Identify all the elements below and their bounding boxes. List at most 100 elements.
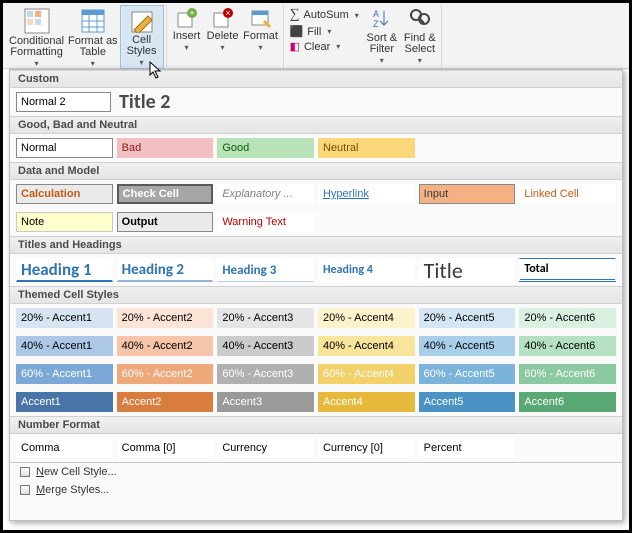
style-linked-cell[interactable]: Linked Cell bbox=[519, 184, 616, 204]
style-normal-2[interactable]: Normal 2 bbox=[16, 92, 111, 112]
style-check-cell[interactable]: Check Cell bbox=[117, 184, 214, 204]
merge-styles-label: Merge Styles... bbox=[36, 484, 109, 496]
style-accent4-40[interactable]: 40% - Accent4 bbox=[318, 336, 415, 356]
style-accent3-20[interactable]: 20% - Accent3 bbox=[217, 308, 314, 328]
style-accent5-20[interactable]: 20% - Accent5 bbox=[419, 308, 516, 328]
style-percent[interactable]: Percent bbox=[419, 438, 516, 458]
sort-filter-icon: AZ bbox=[370, 7, 394, 31]
style-accent2[interactable]: Accent2 bbox=[117, 392, 214, 412]
section-good-bad-neutral: Good, Bad and Neutral bbox=[10, 116, 622, 134]
chevron-down-icon: ▾ bbox=[221, 42, 225, 53]
style-bad[interactable]: Bad bbox=[117, 138, 214, 158]
style-accent5-40[interactable]: 40% - Accent5 bbox=[419, 336, 516, 356]
delete-label: Delete bbox=[207, 31, 239, 42]
autosum-label: AutoSum bbox=[304, 9, 349, 21]
chevron-down-icon: ▾ bbox=[140, 57, 144, 68]
style-accent1[interactable]: Accent1 bbox=[16, 392, 113, 412]
chevron-down-icon: ▾ bbox=[355, 11, 359, 20]
style-title-2[interactable]: Title 2 bbox=[115, 92, 210, 112]
new-cell-style-label: New Cell Style... bbox=[36, 466, 117, 478]
chevron-down-icon: ▾ bbox=[336, 42, 340, 51]
chevron-down-icon: ▾ bbox=[327, 27, 331, 36]
style-accent2-20[interactable]: 20% - Accent2 bbox=[117, 308, 214, 328]
style-accent6-60[interactable]: 60% - Accent6 bbox=[519, 364, 616, 384]
style-neutral[interactable]: Neutral bbox=[318, 138, 415, 158]
style-accent3-60[interactable]: 60% - Accent3 bbox=[217, 364, 314, 384]
fill-icon: ⬛ bbox=[290, 25, 304, 38]
delete-icon: × bbox=[212, 7, 234, 29]
chevron-down-icon: ▾ bbox=[380, 55, 384, 66]
conditional-formatting-icon bbox=[23, 7, 51, 34]
new-cell-style-button[interactable]: New Cell Style... bbox=[10, 463, 622, 481]
cell-styles-gallery: Custom Normal 2 Title 2 Good, Bad and Ne… bbox=[9, 69, 623, 521]
chevron-down-icon: ▾ bbox=[418, 55, 422, 66]
format-as-table-button[interactable]: Format as Table▾ bbox=[66, 5, 120, 69]
style-output[interactable]: Output bbox=[117, 212, 214, 232]
style-accent1-20[interactable]: 20% - Accent1 bbox=[16, 308, 113, 328]
section-number-format: Number Format bbox=[10, 416, 622, 434]
style-heading-3[interactable]: Heading 3 bbox=[217, 258, 314, 282]
style-accent5[interactable]: Accent5 bbox=[419, 392, 516, 412]
autosum-button[interactable]: ∑AutoSum▾ bbox=[290, 7, 359, 23]
find-select-icon bbox=[408, 7, 432, 31]
insert-button[interactable]: + Insert▾ bbox=[169, 5, 205, 69]
chevron-down-icon: ▾ bbox=[91, 58, 95, 69]
style-currency-0[interactable]: Currency [0] bbox=[318, 438, 415, 458]
merge-styles-button[interactable]: Merge Styles... bbox=[10, 481, 622, 499]
style-input[interactable]: Input bbox=[419, 184, 516, 204]
cell-styles-button[interactable]: Cell Styles▾ bbox=[120, 5, 164, 69]
style-heading-4[interactable]: Heading 4 bbox=[318, 258, 415, 282]
new-cell-style-icon bbox=[20, 467, 30, 477]
style-hyperlink[interactable]: Hyperlink bbox=[318, 184, 415, 204]
editing-column: ∑AutoSum▾ ⬛Fill▾ ◧Clear▾ bbox=[286, 5, 363, 69]
style-accent1-40[interactable]: 40% - Accent1 bbox=[16, 336, 113, 356]
style-accent3-40[interactable]: 40% - Accent3 bbox=[217, 336, 314, 356]
style-accent2-40[interactable]: 40% - Accent2 bbox=[117, 336, 214, 356]
svg-text:×: × bbox=[225, 8, 230, 18]
cell-styles-icon bbox=[128, 8, 156, 33]
fill-button[interactable]: ⬛Fill ▾ bbox=[290, 25, 359, 38]
style-title[interactable]: Title bbox=[419, 258, 516, 282]
sort-filter-button[interactable]: AZ Sort & Filter▾ bbox=[363, 5, 401, 69]
styles-group: Conditional Formatting▾ Format as Table▾… bbox=[7, 5, 167, 69]
section-titles-headings: Titles and Headings bbox=[10, 236, 622, 254]
style-currency[interactable]: Currency bbox=[217, 438, 314, 458]
cells-group: + Insert▾ × Delete▾ Format▾ bbox=[169, 5, 284, 69]
style-accent6-40[interactable]: 40% - Accent6 bbox=[519, 336, 616, 356]
style-comma-0[interactable]: Comma [0] bbox=[117, 438, 214, 458]
style-accent5-60[interactable]: 60% - Accent5 bbox=[419, 364, 516, 384]
style-accent4-20[interactable]: 20% - Accent4 bbox=[318, 308, 415, 328]
editing-group: ∑AutoSum▾ ⬛Fill▾ ◧Clear▾ AZ Sort & Filte… bbox=[286, 5, 442, 69]
style-heading-1[interactable]: Heading 1 bbox=[16, 258, 113, 282]
style-warning-text[interactable]: Warning Text bbox=[217, 212, 314, 232]
style-accent6[interactable]: Accent6 bbox=[519, 392, 616, 412]
style-normal[interactable]: Normal bbox=[16, 138, 113, 158]
format-button[interactable]: Format▾ bbox=[241, 5, 281, 69]
style-comma[interactable]: Comma bbox=[16, 438, 113, 458]
style-note[interactable]: Note bbox=[16, 212, 113, 232]
svg-text:Z: Z bbox=[373, 19, 379, 29]
style-accent4-60[interactable]: 60% - Accent4 bbox=[318, 364, 415, 384]
delete-button[interactable]: × Delete▾ bbox=[205, 5, 241, 69]
style-calculation[interactable]: Calculation bbox=[16, 184, 113, 204]
section-custom: Custom bbox=[10, 70, 622, 88]
fill-label: Fill bbox=[307, 26, 321, 38]
style-total[interactable]: Total bbox=[519, 258, 616, 282]
style-accent4[interactable]: Accent4 bbox=[318, 392, 415, 412]
eraser-icon: ◧ bbox=[290, 40, 300, 53]
style-accent1-60[interactable]: 60% - Accent1 bbox=[16, 364, 113, 384]
style-heading-2[interactable]: Heading 2 bbox=[117, 258, 214, 282]
style-explanatory[interactable]: Explanatory ... bbox=[217, 184, 314, 204]
clear-button[interactable]: ◧Clear▾ bbox=[290, 40, 359, 53]
find-select-button[interactable]: Find & Select▾ bbox=[401, 5, 439, 69]
svg-text:+: + bbox=[189, 8, 194, 18]
style-accent2-60[interactable]: 60% - Accent2 bbox=[117, 364, 214, 384]
style-good[interactable]: Good bbox=[217, 138, 314, 158]
ribbon: Conditional Formatting▾ Format as Table▾… bbox=[3, 3, 629, 69]
style-accent6-20[interactable]: 20% - Accent6 bbox=[519, 308, 616, 328]
format-as-table-label: Format as Table bbox=[68, 36, 118, 58]
insert-icon: + bbox=[176, 7, 198, 29]
conditional-formatting-label: Conditional Formatting bbox=[9, 36, 64, 58]
conditional-formatting-button[interactable]: Conditional Formatting▾ bbox=[7, 5, 66, 69]
style-accent3[interactable]: Accent3 bbox=[217, 392, 314, 412]
